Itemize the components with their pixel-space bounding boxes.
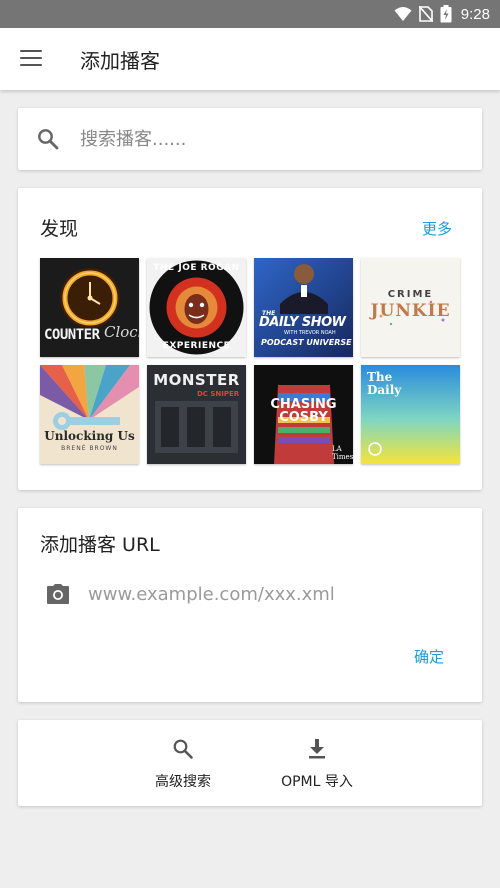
cover-text: Daily (367, 383, 402, 397)
search-icon (173, 739, 193, 759)
cover-text: COSBY (279, 410, 328, 425)
wifi-icon (394, 7, 412, 21)
cover-text: The (367, 370, 393, 384)
discover-title: 发现 (40, 218, 79, 240)
battery-icon (440, 5, 452, 23)
cover-text: DC SNIPER (197, 390, 240, 398)
cover-text: MONSTER (153, 371, 240, 389)
cover-text: PODCAST UNIVERSE (261, 338, 352, 347)
podcast-cover-unlocking-us[interactable]: Unlocking Us BRENÉ BROWN (40, 365, 139, 464)
cover-text: JUNKIE (370, 301, 451, 321)
podcast-grid: COUNTER Clock THE JOE ROGAN EXPERIENCE (40, 258, 460, 464)
podcast-cover-chasing-cosby[interactable]: CHASING COSBY LA Times (254, 365, 353, 464)
add-url-card: 添加播客 URL 确定 (18, 508, 482, 702)
advanced-search-label: 高级搜索 (155, 774, 211, 790)
cover-text: LA Times (332, 445, 353, 461)
podcast-cover-monster[interactable]: MONSTER DC SNIPER (147, 365, 246, 464)
opml-import-label: OPML 导入 (281, 774, 353, 790)
cover-text: Unlocking Us (44, 429, 135, 443)
search-card (18, 108, 482, 170)
cover-text: WITH TREVOR NOAH (284, 330, 336, 336)
opml-import-button[interactable]: OPML 导入 (276, 738, 358, 791)
page-title: 添加播客 (80, 49, 160, 73)
discover-card: 发现 更多 COUNTER Clock (18, 188, 482, 490)
podcast-cover-the-daily[interactable]: The Daily (361, 365, 460, 464)
more-link[interactable]: 更多 (422, 218, 452, 239)
podcast-cover-joe-rogan[interactable]: THE JOE ROGAN EXPERIENCE (147, 258, 246, 357)
add-url-title: 添加播客 URL (40, 534, 160, 556)
confirm-button[interactable]: 确定 (414, 646, 444, 667)
search-icon (38, 129, 59, 150)
cover-text: EXPERIENCE (162, 341, 231, 351)
cover-text: THE JOE ROGAN (153, 263, 240, 273)
podcast-cover-crime-junkie[interactable]: CRIME JUNKIE (361, 258, 460, 357)
podcast-cover-counter-clock[interactable]: COUNTER Clock (40, 258, 139, 357)
no-sim-icon (418, 6, 433, 22)
clock-time: 9:28 (460, 5, 490, 23)
menu-icon[interactable] (20, 50, 42, 68)
status-bar: 9:28 (0, 0, 500, 28)
advanced-search-button[interactable]: 高级搜索 (150, 738, 216, 791)
camera-icon[interactable] (46, 583, 70, 605)
cover-text: BRENÉ BROWN (61, 445, 118, 452)
podcast-cover-daily-show[interactable]: THE DAILY SHOW WITH TREVOR NOAH PODCAST … (254, 258, 353, 357)
search-input[interactable] (80, 121, 460, 157)
cover-text: CRIME (387, 289, 434, 300)
status-icons: 9:28 (394, 4, 490, 24)
cover-text: COUNTER (44, 327, 100, 343)
actions-card: 高级搜索 OPML 导入 (18, 720, 482, 806)
app-bar: 添加播客 (0, 28, 500, 90)
cover-text: Clock (104, 323, 139, 341)
cover-text: DAILY SHOW (259, 315, 346, 330)
download-icon (309, 739, 325, 759)
podcast-url-input[interactable] (88, 578, 458, 610)
